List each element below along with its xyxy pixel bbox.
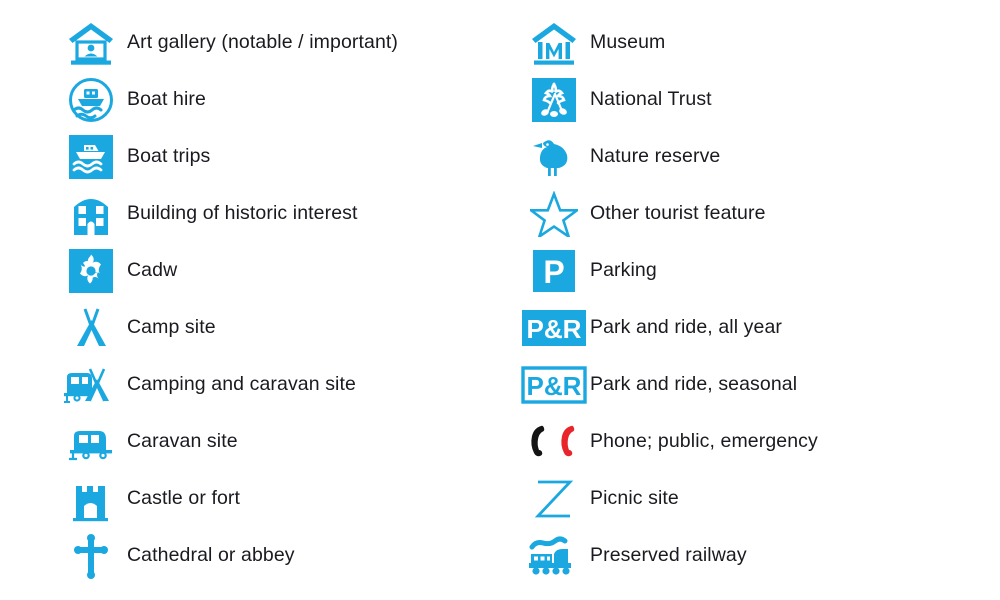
park-and-ride-all-year-icon: P&R xyxy=(518,302,590,354)
legend-label: Camp site xyxy=(127,315,216,338)
map-legend: Art gallery (notable / important) Boat h… xyxy=(0,0,1000,600)
legend-label: Caravan site xyxy=(127,429,238,452)
legend-row: Building of historic interest xyxy=(55,185,515,242)
legend-row: Cathedral or abbey xyxy=(55,527,515,584)
park-and-ride-all-year-symbol-text: P&R xyxy=(527,314,582,344)
legend-label: Nature reserve xyxy=(590,144,721,167)
picnic-site-icon xyxy=(518,473,590,525)
museum-icon xyxy=(518,17,590,69)
legend-label: Cathedral or abbey xyxy=(127,543,295,566)
legend-row: Nature reserve xyxy=(518,128,978,185)
legend-label: Boat trips xyxy=(127,144,211,167)
legend-row: Castle or fort xyxy=(55,470,515,527)
building-historic-icon xyxy=(55,188,127,240)
legend-label: National Trust xyxy=(590,87,712,110)
legend-label: Art gallery (notable / important) xyxy=(127,30,398,53)
legend-label: Camping and caravan site xyxy=(127,372,356,395)
right-column: Museum National Trust Nature reserve Oth… xyxy=(518,14,978,584)
legend-label: Boat hire xyxy=(127,87,206,110)
legend-row: Cadw xyxy=(55,242,515,299)
legend-label: Parking xyxy=(590,258,657,281)
parking-icon: P xyxy=(518,245,590,297)
other-tourist-feature-icon xyxy=(518,188,590,240)
legend-label: Other tourist feature xyxy=(590,201,766,224)
legend-row: P&R Park and ride, seasonal xyxy=(518,356,978,413)
legend-label: Phone; public, emergency xyxy=(590,429,818,452)
caravan-site-icon xyxy=(55,416,127,468)
cathedral-abbey-icon xyxy=(55,530,127,582)
nature-reserve-icon xyxy=(518,131,590,183)
legend-row: Boat trips xyxy=(55,128,515,185)
legend-label: Cadw xyxy=(127,258,178,281)
legend-row: Caravan site xyxy=(55,413,515,470)
art-gallery-icon xyxy=(55,17,127,69)
park-and-ride-seasonal-symbol-text: P&R xyxy=(527,371,582,401)
legend-row: Museum xyxy=(518,14,978,71)
phone-public-handset-icon xyxy=(531,425,545,456)
legend-label: Park and ride, all year xyxy=(590,315,782,338)
parking-symbol-text: P xyxy=(543,254,564,290)
legend-row: Art gallery (notable / important) xyxy=(55,14,515,71)
legend-label: Museum xyxy=(590,30,666,53)
castle-fort-icon xyxy=(55,473,127,525)
legend-row: Camping and caravan site xyxy=(55,356,515,413)
legend-row: P&R Park and ride, all year xyxy=(518,299,978,356)
legend-row: Preserved railway xyxy=(518,527,978,584)
national-trust-icon xyxy=(518,74,590,126)
camping-caravan-site-icon xyxy=(55,359,127,411)
camp-site-icon xyxy=(55,302,127,354)
cadw-icon xyxy=(55,245,127,297)
boat-hire-icon xyxy=(55,74,127,126)
preserved-railway-icon xyxy=(518,530,590,582)
legend-row: Phone; public, emergency xyxy=(518,413,978,470)
legend-row: Picnic site xyxy=(518,470,978,527)
phone-emergency-handset-icon xyxy=(561,425,575,456)
legend-label: Picnic site xyxy=(590,486,679,509)
legend-row: P Parking xyxy=(518,242,978,299)
legend-row: Camp site xyxy=(55,299,515,356)
phone-icon xyxy=(518,416,590,468)
legend-label: Building of historic interest xyxy=(127,201,358,224)
boat-trips-icon xyxy=(55,131,127,183)
park-and-ride-seasonal-icon: P&R xyxy=(518,359,590,411)
legend-label: Castle or fort xyxy=(127,486,241,509)
legend-label: Park and ride, seasonal xyxy=(590,372,798,395)
legend-row: Boat hire xyxy=(55,71,515,128)
legend-row: National Trust xyxy=(518,71,978,128)
legend-label: Preserved railway xyxy=(590,543,747,566)
legend-row: Other tourist feature xyxy=(518,185,978,242)
left-column: Art gallery (notable / important) Boat h… xyxy=(55,14,515,584)
